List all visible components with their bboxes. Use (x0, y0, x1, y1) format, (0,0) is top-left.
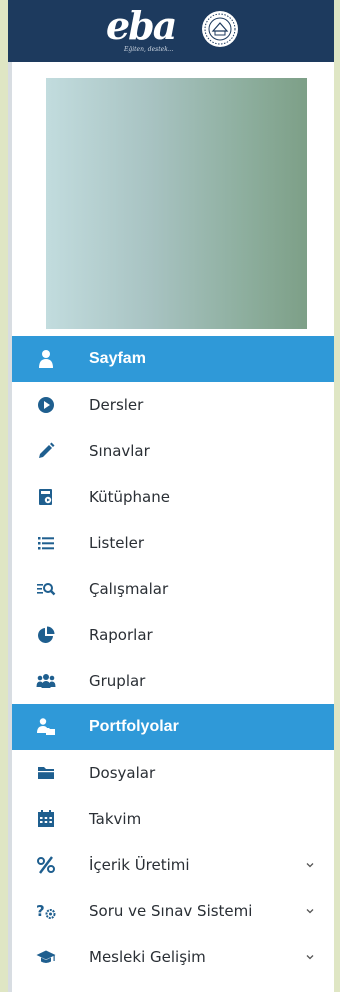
sidebar-item-gruplar[interactable]: Gruplar (12, 658, 334, 704)
user-folder-icon (36, 717, 56, 737)
user-icon (36, 349, 56, 369)
folder-icon (36, 763, 56, 783)
sidebar-item-i-çerik-üretimi[interactable]: İçerik Üretimi (12, 842, 334, 888)
library-icon (36, 487, 56, 507)
sidebar-item-label: Raporlar (89, 626, 153, 644)
sidebar-item-sınavlar[interactable]: Sınavlar (12, 428, 334, 474)
search-list-icon (36, 579, 56, 599)
sidebar-item-dosyalar[interactable]: Dosyalar (12, 750, 334, 796)
header-bar: eba Eğiten, destek... (8, 0, 334, 62)
play-circle-icon (36, 395, 56, 415)
logo-slogan: Eğiten, destek... (124, 46, 174, 53)
sidebar-item-label: Çalışmalar (89, 580, 169, 598)
logo-text: eba (106, 3, 177, 48)
sidebar-item-label: Soru ve Sınav Sistemi (89, 902, 253, 920)
list-icon (36, 533, 56, 553)
sidebar-item-label: Listeler (89, 534, 145, 552)
sidebar-menu: Sayfam Dersler Sınavlar Kütüphane Listeler Ça… (12, 336, 334, 980)
sidebar-item-listeler[interactable]: Listeler (12, 520, 334, 566)
svg-text:?: ? (36, 902, 45, 920)
users-icon (36, 671, 56, 691)
calendar-icon (36, 809, 56, 829)
question-gear-icon: ? (36, 901, 56, 921)
sidebar-item-label: Sınavlar (89, 442, 150, 460)
chevron-down-icon[interactable] (304, 859, 316, 871)
sidebar-item-label: Mesleki Gelişim (89, 948, 206, 966)
profile-photo[interactable] (46, 78, 307, 329)
sidebar-item-sayfam[interactable]: Sayfam (12, 336, 334, 382)
sidebar-item-label: Dersler (89, 396, 144, 414)
sidebar-item-label: Portfolyolar (89, 718, 179, 735)
meb-emblem-icon (200, 9, 240, 49)
pie-chart-icon (36, 625, 56, 645)
pencil-icon (36, 441, 56, 461)
graduation-cap-icon (36, 947, 56, 967)
sidebar-item-label: Dosyalar (89, 764, 156, 782)
sidebar-item-label: Takvim (89, 810, 142, 828)
sidebar-item-label: Sayfam (89, 350, 146, 367)
sidebar-item-raporlar[interactable]: Raporlar (12, 612, 334, 658)
sidebar-item-kütüphane[interactable]: Kütüphane (12, 474, 334, 520)
sidebar-item-takvim[interactable]: Takvim (12, 796, 334, 842)
sidebar-item-mesleki-gelişim[interactable]: Mesleki Gelişim (12, 934, 334, 980)
sidebar-item-label: Gruplar (89, 672, 146, 690)
sidebar-item-çalışmalar[interactable]: Çalışmalar (12, 566, 334, 612)
sidebar-item-soru-ve-sınav-sistemi[interactable]: ? Soru ve Sınav Sistemi (12, 888, 334, 934)
sidebar-item-label: Kütüphane (89, 488, 170, 506)
chevron-down-icon[interactable] (304, 951, 316, 963)
eba-logo[interactable]: eba Eğiten, destek... (106, 6, 186, 56)
sidebar-item-label: İçerik Üretimi (89, 856, 190, 874)
sidebar-item-portfolyolar[interactable]: Portfolyolar (12, 704, 334, 750)
chevron-down-icon[interactable] (304, 905, 316, 917)
sidebar-item-dersler[interactable]: Dersler (12, 382, 334, 428)
percent-icon (36, 855, 56, 875)
